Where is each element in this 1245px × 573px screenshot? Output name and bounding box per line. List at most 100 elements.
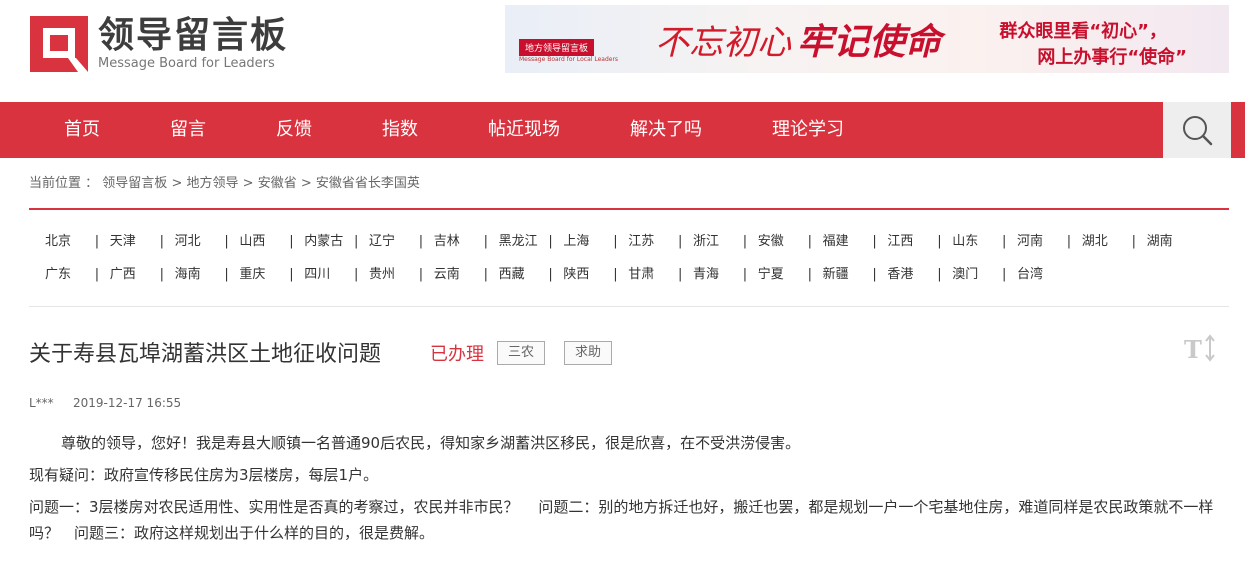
region-link[interactable]: 新疆 [823,263,849,287]
region-link[interactable]: 甘肃 [628,263,654,287]
region-link[interactable]: 台湾 [1017,263,1043,287]
logo-title: 领导留言板 [98,15,289,56]
post-date: 2019-12-17 16:55 [73,396,182,410]
nav-item-messages[interactable]: 留言 [170,102,206,158]
region-link[interactable]: 四川 [304,263,330,287]
region-link[interactable]: 辽宁 [369,230,395,254]
region-link[interactable]: 黑龙江 [499,230,538,254]
region-separator: | [418,267,424,282]
nav-item-feedback[interactable]: 反馈 [276,102,312,158]
message-title: 关于寿县瓦埠湖蓄洪区土地征收问题 [29,342,382,367]
region-separator: | [937,267,942,282]
region-separator: | [807,267,812,282]
region-separator: | [94,234,100,249]
breadcrumb-label: 当前位置 ： [29,176,99,191]
region-separator: | [548,267,553,282]
svg-text:T: T [1184,335,1202,363]
author: L*** [29,396,54,410]
breadcrumb-item[interactable]: 安徽省省长李国英 [316,176,420,191]
search-button[interactable] [1163,102,1231,158]
region-link[interactable]: 云南 [434,263,460,287]
font-size-toggle[interactable]: T [1184,333,1218,364]
region-separator: | [483,234,488,249]
region-link[interactable]: 湖北 [1082,230,1108,254]
region-link[interactable]: 重庆 [239,263,265,287]
banner-calligraphy-1: 不忘初心 [655,23,791,63]
region-separator: | [1002,234,1007,249]
region-link[interactable]: 西藏 [499,263,525,287]
region-separator: | [872,234,877,249]
region-link[interactable]: 北京 [45,230,71,254]
region-link[interactable]: 上海 [563,230,589,254]
breadcrumb-separator: > [300,176,312,191]
breadcrumb-separator: > [171,176,183,191]
region-separator: | [613,234,618,249]
nav-item-onsite[interactable]: 帖近现场 [488,102,560,158]
region-separator: | [548,234,553,249]
region-link[interactable]: 香港 [887,263,913,287]
header: 领导留言板 Message Board for Leaders 地方领导留言板 … [0,0,1245,102]
logo-subtitle: Message Board for Leaders [98,56,275,71]
region-separator: | [483,267,488,282]
region-separator: | [1066,234,1072,249]
region-link[interactable]: 澳门 [952,263,978,287]
region-link[interactable]: 安徽 [758,230,784,254]
breadcrumb-item[interactable]: 地方领导 [186,176,238,191]
nav-item-home[interactable]: 首页 [64,102,100,158]
divider-red [29,208,1229,210]
region-separator: | [742,267,748,282]
region-link[interactable]: 江苏 [628,230,654,254]
region-link[interactable]: 广东 [45,263,71,287]
breadcrumb-item[interactable]: 领导留言板 [102,176,167,191]
banner-tag: 地方领导留言板 [519,39,595,56]
region-separator: | [289,234,294,249]
region-link[interactable]: 河北 [175,230,201,254]
search-icon [1183,116,1213,146]
breadcrumb-item[interactable]: 安徽省 [258,176,297,191]
region-separator: | [94,267,100,282]
message-content: 尊敬的领导，您好！我是寿县大顺镇一名普通90后农民，得知家乡湖蓄洪区移民，很是欣… [29,430,1229,552]
region-link[interactable]: 陕西 [563,263,589,287]
region-link[interactable]: 广西 [110,263,136,287]
nav-item-theory[interactable]: 理论学习 [772,102,844,158]
breadcrumb: 当前位置 ： 领导留言板 > 地方领导 > 安徽省 > 安徽省省长李国英 [29,172,420,196]
region-separator: | [613,267,618,282]
region-link[interactable]: 湖南 [1147,230,1173,254]
content-paragraph: 现有疑问：政府宣传移民住房为3层楼房，每层1户。 [29,466,379,484]
region-separator: | [807,234,812,249]
type-tag[interactable]: 求助 [564,341,613,365]
region-separator: | [289,267,294,282]
region-link[interactable]: 贵州 [369,263,395,287]
nav-item-index[interactable]: 指数 [382,102,418,158]
category-tag[interactable]: 三农 [497,341,546,365]
region-link[interactable]: 山东 [952,230,978,254]
banner-calligraphy-2: 牢记使命 [797,21,942,63]
region-link[interactable]: 青海 [693,263,719,287]
region-link[interactable]: 浙江 [693,230,719,254]
region-link[interactable]: 江西 [887,230,913,254]
region-link[interactable]: 宁夏 [758,263,784,287]
region-separator: | [224,234,229,249]
region-separator: | [1131,234,1136,249]
banner-slogan-line1: 群众眼里看“初心”， [999,21,1167,42]
region-separator: | [224,267,229,282]
banner-tag-sub: Message Board for Local Leaders [519,56,619,63]
region-link[interactable]: 河南 [1017,230,1043,254]
region-link[interactable]: 内蒙古 [304,230,343,254]
region-separator: | [418,234,424,249]
banner-slogan-line2: 网上办事行“使命” [1037,47,1187,68]
content-paragraph: 问题一：3层楼房对农民适用性、实用性是否真的考察过，农民并非市民？ 问题二：别的… [29,498,1214,542]
region-link[interactable]: 福建 [823,230,849,254]
region-link[interactable]: 海南 [175,263,201,287]
region-link[interactable]: 山西 [239,230,265,254]
region-link[interactable]: 吉林 [434,230,460,254]
region-separator: | [742,234,748,249]
region-link[interactable]: 天津 [110,230,136,254]
content-paragraph: 尊敬的领导，您好！我是寿县大顺镇一名普通90后农民，得知家乡湖蓄洪区移民，很是欣… [61,434,801,452]
nav-item-resolved[interactable]: 解决了吗 [630,102,702,158]
breadcrumb-separator: > [242,176,254,191]
region-separator: | [354,234,359,249]
region-separator: | [159,267,164,282]
site-logo[interactable]: 领导留言板 Message Board for Leaders [30,14,300,74]
banner-ad[interactable]: 地方领导留言板 Message Board for Local Leaders … [505,5,1229,73]
